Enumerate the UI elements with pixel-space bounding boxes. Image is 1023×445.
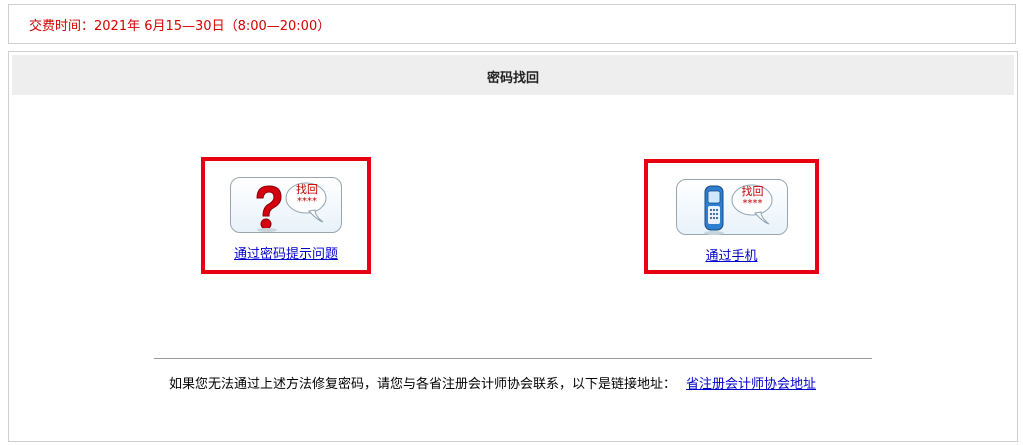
bubble-text: 找回	[296, 183, 318, 196]
bubble-stars: ****	[297, 196, 317, 207]
security-question-link[interactable]: 通过密码提示问题	[205, 243, 367, 262]
mobile-phone-button[interactable]: 找回 ****	[675, 179, 788, 235]
mobile-phone-link[interactable]: 通过手机	[648, 245, 815, 264]
option-security-question: 找回 **** 通过密码提示问题	[201, 157, 371, 274]
mobile-phone-icon	[703, 184, 772, 235]
divider	[154, 358, 872, 359]
page-title: 密码找回	[486, 71, 539, 86]
panel-header: 密码找回	[12, 55, 1014, 95]
payment-time-notice: 交费时间：2021年 6月15—30日（8:00—20:00）	[29, 19, 331, 34]
footer-message: 如果您无法通过上述方法修复密码，请您与各省注册会计师协会联系，以下是链接地址： 省…	[169, 373, 816, 392]
bubble-text: 找回	[741, 185, 764, 198]
provincial-association-link[interactable]: 省注册会计师协会地址	[686, 377, 816, 392]
question-mark-icon	[256, 182, 327, 232]
notice-box: 交费时间：2021年 6月15—30日（8:00—20:00）	[8, 4, 1016, 44]
option-mobile-phone: 找回 **** 通过手机	[644, 159, 819, 274]
bubble-stars: ****	[742, 198, 763, 209]
security-question-button[interactable]: 找回 ****	[230, 177, 342, 233]
footer-text: 如果您无法通过上述方法修复密码，请您与各省注册会计师协会联系，以下是链接地址：	[169, 377, 677, 392]
password-recovery-panel: 密码找回 找回 **** 通过密码提示问题 找回 **** 通过手机 如果您无法…	[8, 51, 1018, 442]
